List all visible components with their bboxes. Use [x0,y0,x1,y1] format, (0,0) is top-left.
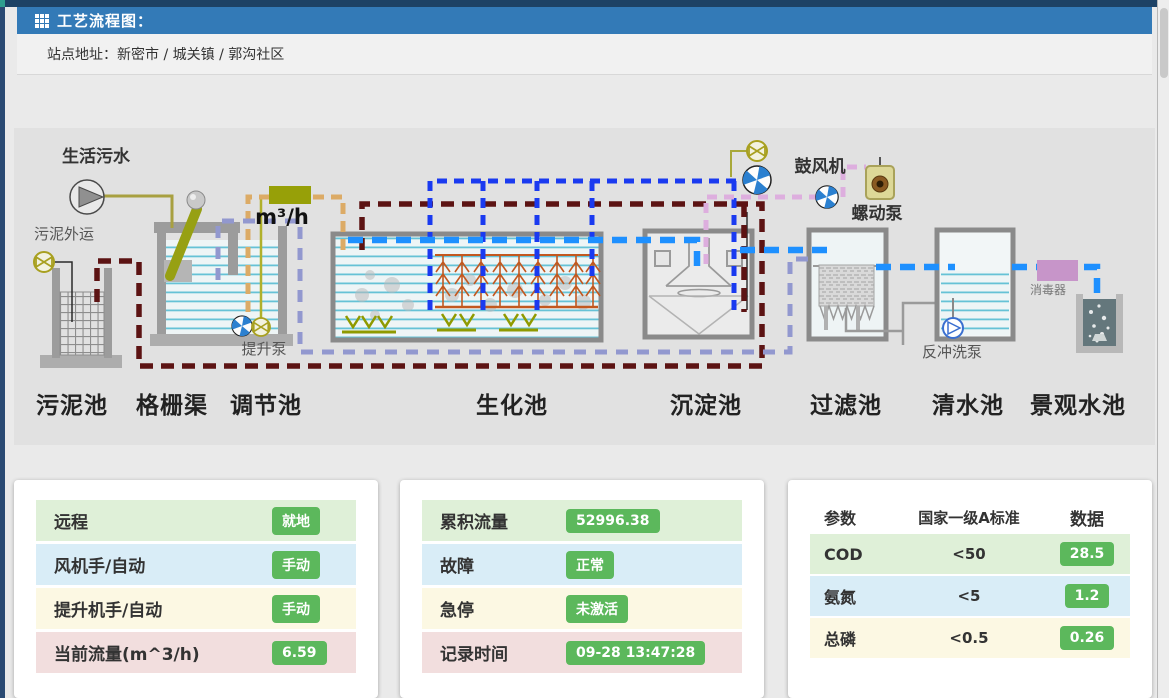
flow-unit-label: m³/h [255,205,309,229]
blower-valve-icon [747,141,767,161]
device-status-panel: 累积流量 52996.38 故障 正常 急停 未激活 记录时间 09-28 13… [400,480,764,698]
status-row-fan-mode: 风机手/自动 手动 [36,544,356,585]
row-label: 风机手/自动 [54,552,272,577]
control-status-panel: 远程 就地 风机手/自动 手动 提升机手/自动 手动 当前流量(m^3/h) 6… [14,480,378,698]
sludge-valve-icon [34,252,54,272]
param-value-badge: 28.5 [1060,542,1115,566]
status-badge: 手动 [272,551,320,579]
status-badge: 手动 [272,595,320,623]
quality-row-phosphorus: 总磷 <0.5 0.26 [810,618,1130,658]
sewage-pump-icon [70,180,104,214]
process-flow-svg: 生活污水 污泥外运 m³/h 提升泵 鼓风机 螺动泵 反冲洗泵 消毒器 污泥池 … [14,128,1155,445]
dosing-device-icon [866,157,894,199]
sludge-out-label: 污泥外运 [34,225,94,243]
lift-pump-valve-icon [252,318,270,336]
status-row-record-time: 记录时间 09-28 13:47:28 [422,632,742,673]
status-badge: 未激活 [566,595,628,623]
row-label: 记录时间 [440,640,566,665]
grid-icon [35,14,49,28]
screw-pump-label: 螺动泵 [852,204,903,224]
param-value-badge: 1.2 [1065,584,1110,608]
status-badge: 6.59 [272,641,327,665]
breadcrumb: 站点地址：新密市 / 城关镇 / 郭沟社区 [17,34,1152,75]
filter-media [819,265,874,306]
blower-label: 鼓风机 [795,156,846,177]
row-label: 当前流量(m^3/h) [54,640,272,665]
tank-label-biochemical: 生化池 [476,392,548,419]
lift-pump-fan-icon [232,316,252,336]
process-flow-diagram: 生活污水 污泥外运 m³/h 提升泵 鼓风机 螺动泵 反冲洗泵 消毒器 污泥池 … [14,128,1155,445]
quality-row-cod: COD <50 28.5 [810,534,1130,574]
status-row-total-flow: 累积流量 52996.38 [422,500,742,541]
status-badge: 正常 [566,551,614,579]
row-label: 提升机手/自动 [54,596,272,621]
status-badge: 52996.38 [566,509,660,533]
left-border [0,0,5,698]
quality-header-param: 参数 [810,505,894,529]
sewage-inlet-label: 生活污水 [62,146,131,167]
tank-label-sludge: 污泥池 [36,393,108,419]
filter-tank [809,230,935,345]
tank-label-regulating: 调节池 [230,393,302,419]
status-badge: 09-28 13:47:28 [566,641,705,665]
backwash-pump-label: 反冲洗泵 [922,343,982,361]
status-badge: 就地 [272,507,320,535]
status-row-lift-mode: 提升机手/自动 手动 [36,588,356,629]
quality-header-data: 数据 [1044,505,1130,530]
param-name: 氨氮 [810,584,894,608]
status-row-remote: 远程 就地 [36,500,356,541]
disinfector-box [1037,260,1078,281]
param-standard: <5 [894,587,1044,605]
vertical-scrollbar[interactable] [1157,0,1169,698]
tank-label-filter: 过滤池 [810,393,882,419]
landscape-pool [1076,294,1123,353]
quality-row-ammonia: 氨氮 <5 1.2 [810,576,1130,616]
param-name: COD [810,545,894,564]
flow-meter [269,186,311,204]
param-name: 总磷 [810,626,894,650]
tank-label-landscape: 景观水池 [1030,393,1126,419]
page-header: 工艺流程图： [17,7,1152,34]
status-row-fault: 故障 正常 [422,544,742,585]
breadcrumb-text: 站点地址：新密市 / 城关镇 / 郭沟社区 [47,44,284,64]
lift-pump-label: 提升泵 [241,340,286,358]
page-title: 工艺流程图： [57,10,153,31]
tank-label-clear-water: 清水池 [932,393,1004,419]
backwash-pump-icon [943,318,963,338]
blower-fan-icon [743,166,771,194]
param-standard: <0.5 [894,629,1044,647]
top-strip [5,0,1157,7]
disinfector-label: 消毒器 [1030,283,1066,297]
tank-label-grid-channel: 格栅渠 [136,392,208,419]
sludge-tank [40,268,122,368]
param-standard: <50 [894,545,1044,563]
status-row-current-flow: 当前流量(m^3/h) 6.59 [36,632,356,673]
row-label: 急停 [440,596,566,621]
row-label: 累积流量 [440,508,566,533]
water-quality-panel: 参数 国家一级A标准 数据 COD <50 28.5 氨氮 <5 1.2 总磷 … [788,480,1152,698]
tank-label-sedimentation: 沉淀池 [670,392,742,419]
quality-header-row: 参数 国家一级A标准 数据 [810,500,1130,534]
clear-water-tank [937,230,1013,339]
status-row-estop: 急停 未激活 [422,588,742,629]
param-value-badge: 0.26 [1060,626,1115,650]
row-label: 远程 [54,508,272,533]
screw-pump-fan-icon [816,186,838,208]
row-label: 故障 [440,552,566,577]
scrollbar-thumb[interactable] [1160,8,1168,78]
quality-header-standard: 国家一级A标准 [894,507,1044,528]
biochemical-tank [333,234,601,340]
